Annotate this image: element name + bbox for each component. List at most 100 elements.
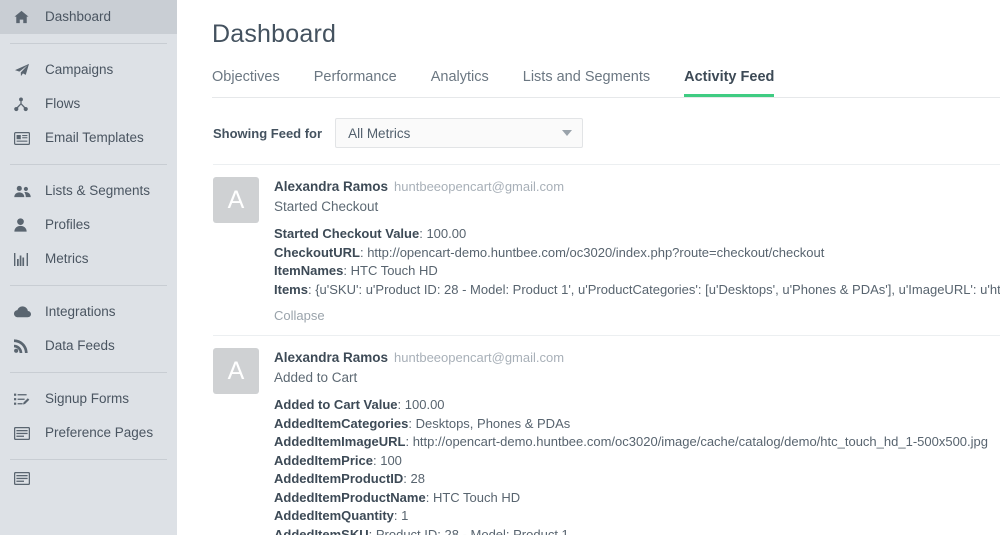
sidebar-divider: [10, 164, 167, 165]
property-value: 1: [401, 508, 409, 523]
activity-property: AddedItemSKU: Product ID: 28 - Model: Pr…: [274, 526, 1000, 535]
person-icon: [14, 217, 34, 233]
main-content: Dashboard Objectives Performance Analytics…: [177, 0, 1000, 535]
property-key: Added to Cart Value: [274, 397, 398, 412]
activity-property: AddedItemPrice: 100: [274, 452, 1000, 471]
sidebar-item-campaigns[interactable]: Campaigns: [0, 53, 177, 87]
page-icon: [14, 470, 34, 486]
property-value: {u'SKU': u'Product ID: 28 - Model: Produ…: [315, 281, 1000, 297]
property-value: Desktops, Phones & PDAs: [415, 415, 571, 431]
activity-property: Items: {u'SKU': u'Product ID: 28 - Model…: [274, 281, 1000, 300]
property-value: http://opencart-demo.huntbee.com/oc3020/…: [367, 244, 825, 260]
sidebar-item-label: Metrics: [45, 251, 89, 267]
property-key: AddedItemQuantity: [274, 508, 394, 523]
activity-property: Added to Cart Value: 100.00: [274, 396, 1000, 415]
rss-feed-icon: [14, 338, 34, 354]
property-separator: :: [368, 526, 376, 535]
activity-entry: A Alexandra Ramos huntbeeopencart@gmail.co…: [177, 165, 1000, 335]
profile-email: huntbeeopencart@gmail.com: [394, 179, 565, 194]
sidebar-item-partial[interactable]: [0, 469, 177, 487]
activity-property: AddedItemCategories: Desktops, Phones & …: [274, 415, 1000, 434]
sidebar-item-label: Integrations: [45, 304, 116, 320]
property-key: Items: [274, 281, 308, 297]
activity-property: CheckoutURL: http://opencart-demo.huntbe…: [274, 244, 1000, 263]
property-value: HTC Touch HD: [350, 263, 438, 278]
tab-analytics[interactable]: Analytics: [431, 63, 489, 97]
email-template-icon: [14, 130, 34, 146]
property-separator: :: [343, 263, 351, 278]
activity-entry-header: Alexandra Ramos huntbeeopencart@gmail.com: [274, 349, 1000, 367]
tab-objectives[interactable]: Objectives: [212, 63, 280, 97]
sidebar-item-lists-segments[interactable]: Lists & Segments: [0, 174, 177, 208]
home-icon: [14, 9, 34, 25]
property-key: AddedItemProductName: [274, 489, 426, 505]
feed-filter-label: Showing Feed for: [213, 125, 323, 141]
sidebar-item-integrations[interactable]: Integrations: [0, 295, 177, 329]
activity-entry-body: Alexandra Ramos huntbeeopencart@gmail.com…: [274, 177, 1000, 325]
property-value: 100: [380, 452, 402, 468]
property-value: 100.00: [426, 226, 467, 241]
sidebar-item-profiles[interactable]: Profiles: [0, 208, 177, 242]
metric-select[interactable]: All Metrics: [335, 118, 584, 148]
tab-bar: Objectives Performance Analytics Lists and …: [212, 63, 1000, 98]
activity-property: AddedItemProductName: HTC Touch HD: [274, 489, 1000, 508]
property-separator: :: [405, 434, 413, 449]
property-separator: :: [397, 397, 405, 412]
sidebar-item-label: Campaigns: [45, 62, 114, 78]
activity-properties: Added to Cart Value: 100.00 AddedItemCate…: [274, 396, 1000, 535]
metric-select-value: All Metrics: [348, 125, 411, 141]
sidebar: Dashboard Campaigns Flows Email Templates Li…: [0, 0, 177, 535]
avatar: A: [213, 177, 259, 223]
sidebar-item-data-feeds[interactable]: Data Feeds: [0, 329, 177, 363]
activity-property: AddedItemQuantity: 1: [274, 507, 1000, 526]
property-separator: :: [403, 471, 411, 486]
property-key: Started Checkout Value: [274, 226, 420, 241]
sidebar-divider: [10, 372, 167, 373]
bar-chart-icon: [14, 251, 34, 267]
sidebar-item-label: Signup Forms: [45, 391, 130, 407]
sidebar-item-preference-pages[interactable]: Preference Pages: [0, 416, 177, 450]
sidebar-item-flows[interactable]: Flows: [0, 87, 177, 121]
activity-property: AddedItemProductID: 28: [274, 470, 1000, 489]
property-key: AddedItemImageURL: [274, 434, 406, 449]
tab-lists-and-segments[interactable]: Lists and Segments: [523, 63, 650, 97]
sidebar-item-metrics[interactable]: Metrics: [0, 242, 177, 276]
activity-entry-header: Alexandra Ramos huntbeeopencart@gmail.com: [274, 178, 1000, 196]
property-value: 100.00: [404, 397, 445, 412]
tab-performance[interactable]: Performance: [314, 63, 397, 97]
tab-label: Activity Feed: [684, 69, 775, 85]
profile-email: huntbeeopencart@gmail.com: [394, 350, 565, 365]
sidebar-divider: [10, 459, 167, 460]
property-key: AddedItemPrice: [274, 452, 373, 468]
sidebar-item-signup-forms[interactable]: Signup Forms: [0, 382, 177, 416]
sidebar-item-email-templates[interactable]: Email Templates: [0, 121, 177, 155]
flow-branch-icon: [14, 96, 34, 112]
property-separator: :: [425, 489, 433, 505]
sidebar-item-label: Email Templates: [45, 130, 144, 146]
property-key: ItemNames: [274, 263, 344, 278]
activity-entry: A Alexandra Ramos huntbeeopencart@gmail.co…: [177, 336, 1000, 535]
paper-plane-icon: [14, 62, 34, 78]
page-title: Dashboard: [212, 20, 337, 48]
property-key: AddedItemProductID: [274, 471, 404, 486]
tab-label: Lists and Segments: [522, 69, 651, 85]
sidebar-item-label: Preference Pages: [45, 425, 154, 441]
tab-activity-feed[interactable]: Activity Feed: [684, 63, 775, 97]
activity-properties: Started Checkout Value: 100.00 CheckoutUR…: [274, 225, 1000, 299]
tab-label: Analytics: [430, 69, 489, 85]
sidebar-item-label: Dashboard: [45, 9, 112, 25]
sidebar-item-dashboard[interactable]: Dashboard: [0, 0, 177, 34]
property-key: AddedItemCategories: [274, 415, 409, 431]
profile-name[interactable]: Alexandra Ramos: [274, 179, 388, 194]
preference-page-icon: [14, 425, 34, 441]
profile-name[interactable]: Alexandra Ramos: [274, 350, 388, 365]
feed-filter-row: Showing Feed for All Metrics: [213, 118, 1000, 148]
activity-property: Started Checkout Value: 100.00: [274, 225, 1000, 244]
tab-label: Performance: [313, 69, 397, 85]
property-value: 28: [410, 471, 425, 486]
people-group-icon: [14, 183, 34, 199]
activity-property: AddedItemImageURL: http://opencart-demo.…: [274, 433, 1000, 452]
avatar: A: [213, 348, 259, 394]
collapse-link[interactable]: Collapse: [274, 308, 325, 323]
cloud-icon: [14, 304, 34, 320]
